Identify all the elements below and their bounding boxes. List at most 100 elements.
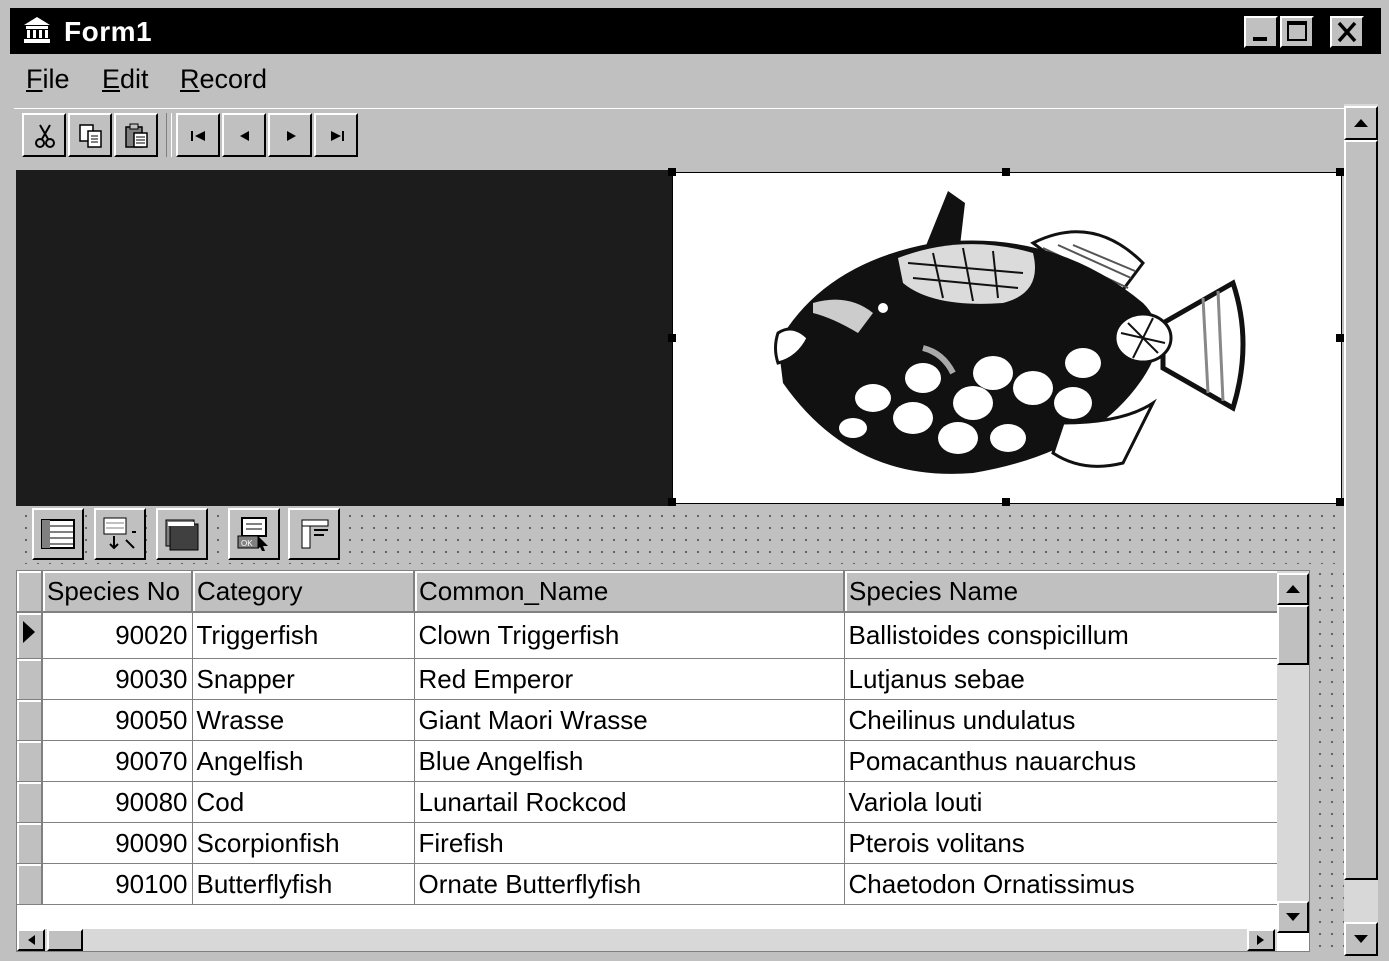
batch-move-component-button[interactable] <box>156 508 208 560</box>
grid-vertical-scrollbar[interactable] <box>1277 571 1309 933</box>
report-component-button[interactable] <box>288 508 340 560</box>
copy-icon <box>79 124 102 148</box>
cell-species-no[interactable]: 90080 <box>42 781 193 823</box>
row-indicator[interactable] <box>17 658 43 700</box>
table-row[interactable]: 90090 Scorpionfish Firefish Pterois voli… <box>17 822 1281 864</box>
title-bar[interactable]: Form1 <box>10 8 1381 54</box>
paste-button[interactable] <box>114 113 158 157</box>
menu-file[interactable]: File <box>26 64 70 95</box>
cell-species-no[interactable]: 90020 <box>42 612 193 659</box>
row-indicator[interactable] <box>17 699 43 741</box>
selection-handle[interactable] <box>668 168 676 176</box>
grid-scroll-right-button[interactable] <box>1247 929 1275 951</box>
current-row-indicator[interactable] <box>17 612 43 659</box>
grid-horizontal-scrollbar[interactable] <box>17 929 1277 951</box>
maximize-button[interactable] <box>1280 16 1314 48</box>
cell-common-name[interactable]: Giant Maori Wrasse <box>414 699 845 741</box>
fish-image[interactable] <box>668 168 1344 506</box>
cell-category[interactable]: Wrasse <box>192 699 415 741</box>
form-vertical-scrollbar[interactable] <box>1344 104 1378 956</box>
row-indicator[interactable] <box>17 863 43 905</box>
grid-scroll-up-button[interactable] <box>1277 573 1309 605</box>
menu-record[interactable]: Record <box>180 64 267 95</box>
row-indicator[interactable] <box>17 740 43 782</box>
column-header-common-name[interactable]: Common_Name <box>414 571 845 613</box>
cell-common-name[interactable]: Firefish <box>414 822 845 864</box>
grid-scroll-thumb[interactable] <box>1277 605 1309 665</box>
cell-category[interactable]: Angelfish <box>192 740 415 782</box>
menu-bar: File Edit Record <box>10 56 1381 104</box>
toolbar <box>14 108 1344 167</box>
window-title: Form1 <box>64 16 153 47</box>
cell-common-name[interactable]: Ornate Butterflyfish <box>414 863 845 905</box>
last-record-icon <box>331 131 344 141</box>
column-header-category[interactable]: Category <box>192 571 415 613</box>
cell-common-name[interactable]: Clown Triggerfish <box>414 612 845 659</box>
selection-handle[interactable] <box>668 498 676 506</box>
table-row[interactable]: 90050 Wrasse Giant Maori Wrasse Cheilinu… <box>17 699 1281 741</box>
cell-species-name[interactable]: Lutjanus sebae <box>844 658 1281 700</box>
cell-species-name[interactable]: Ballistoides conspicillum <box>844 612 1281 659</box>
grid-header-row: Species No Category Common_Name Species … <box>17 571 1281 613</box>
current-row-arrow-icon <box>23 621 35 643</box>
table-row[interactable]: 90100 Butterflyfish Ornate Butterflyfish… <box>17 863 1281 905</box>
minimize-button[interactable] <box>1244 16 1278 48</box>
query-component-button[interactable] <box>94 508 146 560</box>
selection-handle[interactable] <box>1002 498 1010 506</box>
cell-category[interactable]: Triggerfish <box>192 612 415 659</box>
cell-category[interactable]: Scorpionfish <box>192 822 415 864</box>
grid-hscroll-thumb[interactable] <box>47 929 83 951</box>
column-header-species-name[interactable]: Species Name <box>844 571 1281 613</box>
row-indicator-header <box>17 571 43 613</box>
scroll-thumb[interactable] <box>1344 140 1378 880</box>
cell-category[interactable]: Cod <box>192 781 415 823</box>
db-login-component-button[interactable]: OK <box>228 508 280 560</box>
last-record-button[interactable] <box>314 113 358 157</box>
first-record-icon <box>191 131 205 141</box>
first-record-button[interactable] <box>176 113 220 157</box>
grid-scroll-down-button[interactable] <box>1277 901 1309 933</box>
cell-species-no[interactable]: 90050 <box>42 699 193 741</box>
prior-record-button[interactable] <box>222 113 266 157</box>
table-row[interactable]: 90030 Snapper Red Emperor Lutjanus sebae <box>17 658 1281 700</box>
cell-species-no[interactable]: 90030 <box>42 658 193 700</box>
row-indicator[interactable] <box>17 822 43 864</box>
menu-edit[interactable]: Edit <box>102 64 149 95</box>
app-icon[interactable] <box>22 16 52 44</box>
copy-button[interactable] <box>68 113 112 157</box>
cell-species-no[interactable]: 90070 <box>42 740 193 782</box>
table-row[interactable]: 90080 Cod Lunartail Rockcod Variola lout… <box>17 781 1281 823</box>
cell-species-no[interactable]: 90090 <box>42 822 193 864</box>
selection-handle[interactable] <box>1336 498 1344 506</box>
cut-button[interactable] <box>22 113 66 157</box>
cell-common-name[interactable]: Red Emperor <box>414 658 845 700</box>
design-grid-area <box>1310 564 1344 956</box>
cell-category[interactable]: Butterflyfish <box>192 863 415 905</box>
cell-species-no[interactable]: 90100 <box>42 863 193 905</box>
table-row[interactable]: 90070 Angelfish Blue Angelfish Pomacanth… <box>17 740 1281 782</box>
cell-common-name[interactable]: Lunartail Rockcod <box>414 781 845 823</box>
cell-species-name[interactable]: Chaetodon Ornatissimus <box>844 863 1281 905</box>
cell-common-name[interactable]: Blue Angelfish <box>414 740 845 782</box>
column-header-species-no[interactable]: Species No <box>42 571 193 613</box>
scroll-up-button[interactable] <box>1344 106 1378 140</box>
table-icon <box>41 519 75 549</box>
row-indicator[interactable] <box>17 781 43 823</box>
table-component-button[interactable] <box>32 508 84 560</box>
prior-record-icon <box>240 131 249 141</box>
table-row[interactable]: 90020 Triggerfish Clown Triggerfish Ball… <box>17 612 1281 659</box>
grid-scroll-left-button[interactable] <box>17 929 45 951</box>
cell-species-name[interactable]: Variola louti <box>844 781 1281 823</box>
selection-handle[interactable] <box>1336 168 1344 176</box>
selection-handle[interactable] <box>1336 334 1344 342</box>
next-record-button[interactable] <box>268 113 312 157</box>
selection-handle[interactable] <box>668 334 676 342</box>
scroll-down-button[interactable] <box>1344 922 1378 956</box>
cell-species-name[interactable]: Pomacanthus nauarchus <box>844 740 1281 782</box>
selection-handle[interactable] <box>1002 168 1010 176</box>
cell-category[interactable]: Snapper <box>192 658 415 700</box>
cell-species-name[interactable]: Cheilinus undulatus <box>844 699 1281 741</box>
close-button[interactable] <box>1330 16 1364 48</box>
data-grid[interactable]: Species No Category Common_Name Species … <box>16 570 1310 952</box>
cell-species-name[interactable]: Pterois volitans <box>844 822 1281 864</box>
